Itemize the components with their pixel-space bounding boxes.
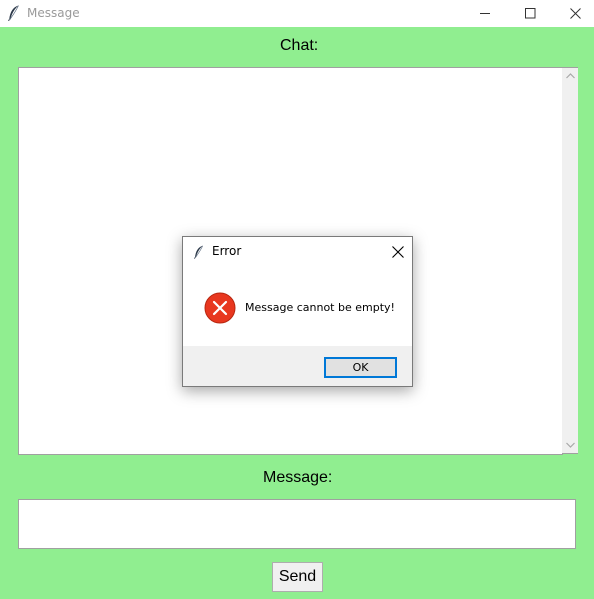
feather-icon bbox=[8, 5, 20, 22]
dialog-message: Message cannot be empty! bbox=[245, 301, 395, 314]
ok-button[interactable]: OK bbox=[324, 357, 397, 378]
dialog-title: Error bbox=[212, 244, 242, 258]
error-dialog: Error Message cannot be empty! OK bbox=[182, 236, 413, 387]
chat-scrollbar[interactable] bbox=[562, 67, 578, 454]
maximize-button[interactable] bbox=[507, 0, 553, 27]
maximize-icon bbox=[524, 4, 536, 23]
close-icon bbox=[392, 243, 404, 262]
scroll-up-icon[interactable] bbox=[562, 70, 578, 82]
error-icon bbox=[204, 292, 236, 324]
minimize-icon bbox=[479, 4, 491, 23]
close-window-button[interactable] bbox=[552, 0, 594, 27]
minimize-button[interactable] bbox=[462, 0, 508, 27]
send-button[interactable]: Send bbox=[272, 562, 323, 592]
scroll-down-icon[interactable] bbox=[562, 439, 578, 451]
dialog-footer: OK bbox=[183, 346, 412, 386]
feather-icon bbox=[194, 244, 204, 260]
chat-label: Chat: bbox=[280, 37, 319, 54]
close-icon bbox=[569, 4, 581, 23]
message-input[interactable] bbox=[18, 499, 576, 549]
window-title: Message bbox=[27, 6, 80, 20]
dialog-close-button[interactable] bbox=[388, 243, 408, 261]
message-label: Message: bbox=[263, 469, 333, 486]
window-titlebar: Message bbox=[0, 0, 594, 27]
